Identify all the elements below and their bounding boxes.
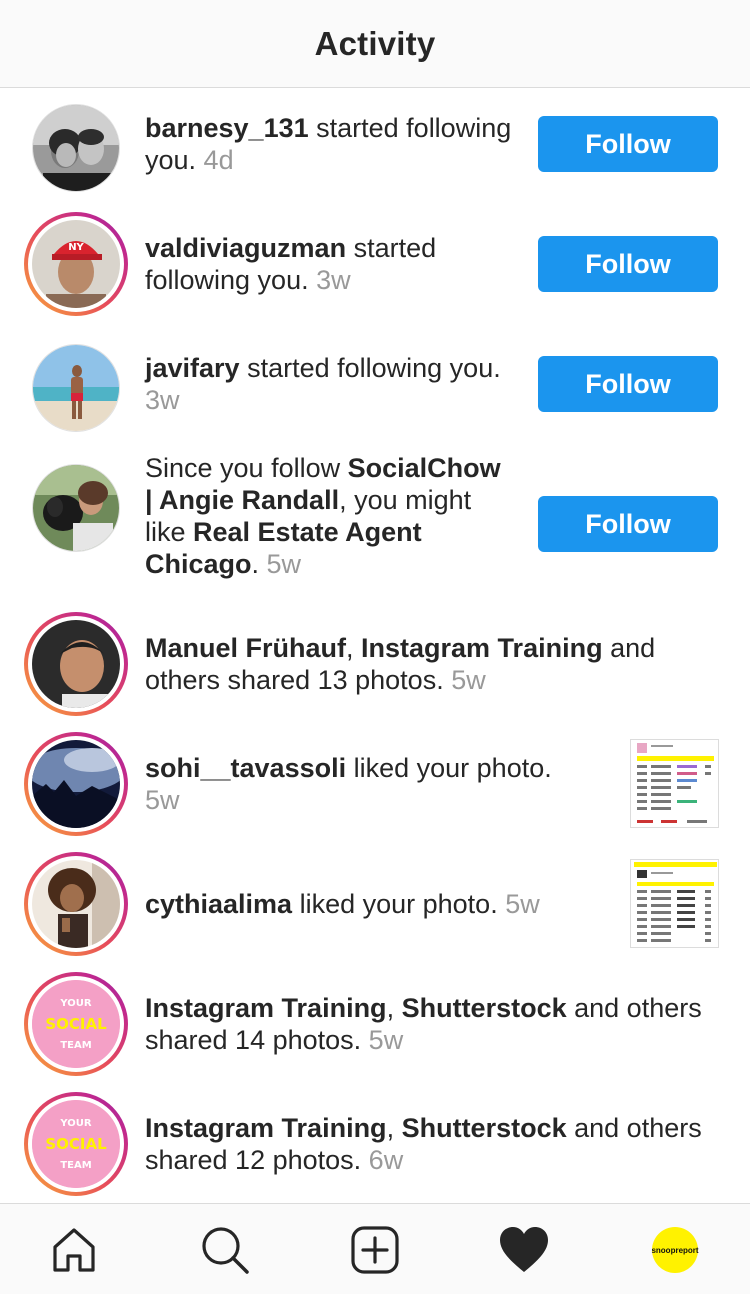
activity-text: sohi__tavassoli liked your photo. 5w	[145, 752, 565, 816]
activity-row-barnesy[interactable]: barnesy_131 started following you. 4d Fo…	[0, 89, 750, 209]
activity-row-shared-14[interactable]: YOUR SOCIAL TEAM Instagram Training, Shu…	[0, 969, 750, 1089]
tab-search[interactable]	[199, 1224, 251, 1276]
username[interactable]: sohi__tavassoli	[145, 753, 346, 783]
username[interactable]: Shutterstock	[402, 1113, 567, 1143]
timestamp: 5w	[361, 1025, 404, 1055]
separator: ,	[386, 1113, 402, 1143]
activity-text: barnesy_131 started following you. 4d	[145, 112, 525, 176]
avatar-photo	[32, 344, 120, 432]
avatar-text-team: TEAM	[60, 1040, 91, 1051]
activity-row-shared-12[interactable]: YOUR SOCIAL TEAM Instagram Training, Shu…	[0, 1089, 750, 1203]
avatar-photo: YOUR SOCIAL TEAM	[28, 976, 124, 1072]
avatar-text-team: TEAM	[60, 1160, 91, 1171]
timestamp: 4d	[196, 145, 234, 175]
follow-button-barnesy[interactable]: Follow	[538, 116, 718, 172]
liked-photo-thumbnail[interactable]	[630, 739, 719, 828]
home-icon	[53, 1228, 95, 1272]
avatar-photo	[32, 464, 120, 552]
activity-message: Since you follow	[145, 453, 348, 483]
timestamp: 6w	[361, 1145, 404, 1175]
activity-text: Manuel Frühauf, Instagram Training and o…	[145, 632, 705, 696]
tab-home[interactable]	[48, 1224, 100, 1276]
username[interactable]: valdiviaguzman	[145, 233, 346, 263]
avatar-text-your: YOUR	[59, 998, 92, 1009]
username[interactable]: javifary	[145, 353, 240, 383]
timestamp: 3w	[308, 265, 351, 295]
avatar-socialchow[interactable]	[24, 456, 128, 560]
avatar-photo: YOUR SOCIAL TEAM	[28, 1096, 124, 1192]
liked-photo-thumbnail[interactable]	[630, 859, 719, 948]
bottom-tab-bar: snoopreport	[0, 1203, 750, 1294]
avatar-barnesy[interactable]	[24, 96, 128, 200]
heart-icon	[500, 1227, 548, 1272]
activity-text: javifary started following you. 3w	[145, 352, 525, 416]
avatar-cythia[interactable]	[24, 852, 128, 956]
activity-text: Since you follow SocialChow | Angie Rand…	[145, 452, 515, 580]
header-bar: Activity	[0, 0, 750, 88]
avatar-photo	[28, 616, 124, 712]
timestamp: 5w	[497, 889, 540, 919]
username[interactable]: Instagram Training	[145, 993, 387, 1023]
username[interactable]: Manuel Frühauf	[145, 633, 346, 663]
avatar-valdivia[interactable]: NY	[24, 212, 128, 316]
tab-activity[interactable]	[498, 1224, 550, 1276]
activity-message: .	[251, 549, 260, 579]
username[interactable]: Instagram Training	[361, 633, 603, 663]
activity-row-valdivia[interactable]: NY valdiviaguzman started following you.…	[0, 209, 750, 329]
avatar-manuel[interactable]	[24, 612, 128, 716]
activity-row-like-cythia[interactable]: cythiaalima liked your photo. 5w	[0, 849, 750, 969]
activity-row-shared-13[interactable]: Manuel Frühauf, Instagram Training and o…	[0, 609, 750, 729]
username[interactable]: Shutterstock	[402, 993, 567, 1023]
avatar-text-your: YOUR	[59, 1118, 92, 1129]
activity-text: valdiviaguzman started following you. 3w	[145, 232, 525, 296]
timestamp: 5w	[259, 549, 302, 579]
activity-text: Instagram Training, Shutterstock and oth…	[145, 1112, 705, 1176]
add-post-icon	[351, 1226, 399, 1274]
tab-new-post[interactable]	[349, 1224, 401, 1276]
profile-label: snoopreport	[651, 1245, 699, 1255]
activity-message: liked your photo.	[346, 753, 552, 783]
tab-profile[interactable]: snoopreport	[649, 1224, 701, 1276]
follow-button-suggestion[interactable]: Follow	[538, 496, 718, 552]
avatar-sohi[interactable]	[24, 732, 128, 836]
username[interactable]: barnesy_131	[145, 113, 309, 143]
avatar-text-social: SOCIAL	[45, 1135, 107, 1153]
activity-text: cythiaalima liked your photo. 5w	[145, 888, 605, 920]
timestamp: 5w	[145, 785, 180, 815]
activity-message: liked your photo.	[292, 889, 498, 919]
search-icon	[202, 1227, 249, 1274]
activity-feed[interactable]: barnesy_131 started following you. 4d Fo…	[0, 89, 750, 1203]
separator: ,	[386, 993, 402, 1023]
avatar-your-social-team[interactable]: YOUR SOCIAL TEAM	[24, 972, 128, 1076]
timestamp: 3w	[145, 385, 180, 415]
separator: ,	[346, 633, 362, 663]
timestamp: 5w	[443, 665, 486, 695]
avatar-javifary[interactable]	[24, 336, 128, 440]
avatar-text-social: SOCIAL	[45, 1015, 107, 1033]
follow-button-valdivia[interactable]: Follow	[538, 236, 718, 292]
activity-message: started following you.	[239, 353, 501, 383]
avatar-photo: NY	[28, 216, 124, 312]
activity-row-javifary[interactable]: javifary started following you. 3w Follo…	[0, 329, 750, 449]
avatar-photo	[28, 856, 124, 952]
avatar-photo	[32, 104, 120, 192]
username[interactable]: cythiaalima	[145, 889, 292, 919]
follow-button-javifary[interactable]: Follow	[538, 356, 718, 412]
activity-row-suggestion[interactable]: Since you follow SocialChow | Angie Rand…	[0, 449, 750, 609]
avatar-photo	[28, 736, 124, 832]
username[interactable]: Instagram Training	[145, 1113, 387, 1143]
svg-text:NY: NY	[68, 242, 84, 253]
page-title: Activity	[314, 24, 436, 62]
activity-row-like-sohi[interactable]: sohi__tavassoli liked your photo. 5w	[0, 729, 750, 849]
activity-text: Instagram Training, Shutterstock and oth…	[145, 992, 705, 1056]
profile-avatar: snoopreport	[651, 1227, 699, 1273]
avatar-your-social-team[interactable]: YOUR SOCIAL TEAM	[24, 1092, 128, 1196]
